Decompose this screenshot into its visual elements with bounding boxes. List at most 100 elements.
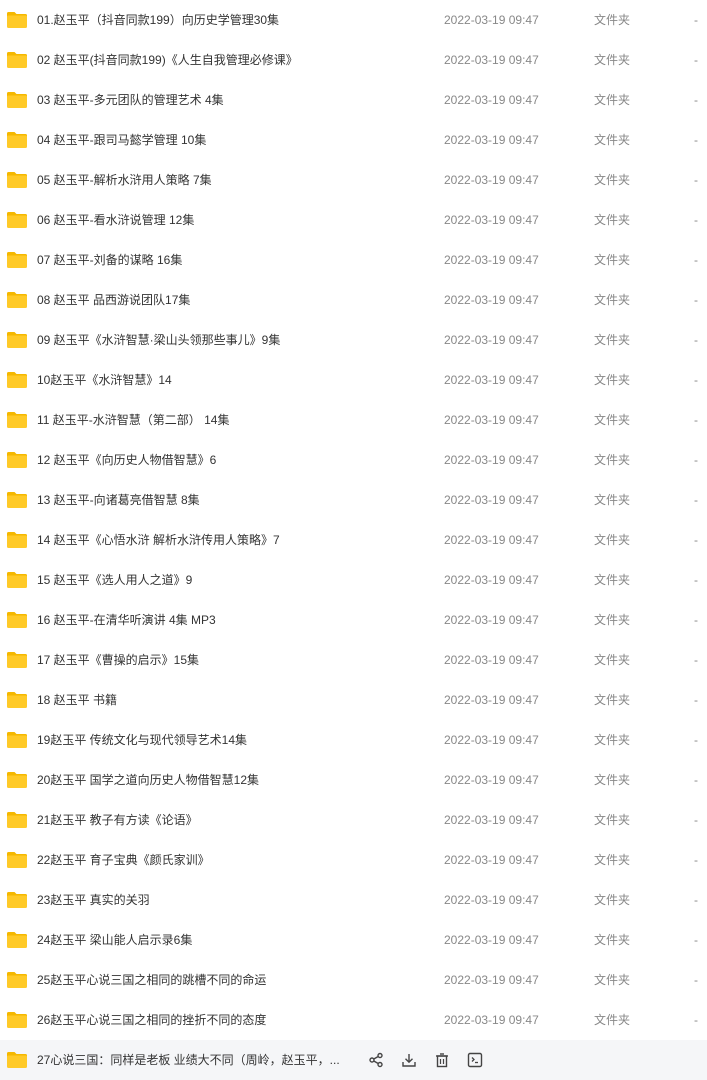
file-type: 文件夹: [594, 653, 631, 667]
file-list: 01.赵玉平（抖音同款199）向历史学管理30集 2022-03-19 09:47…: [0, 0, 707, 1080]
modified-date: 2022-03-19 09:47: [444, 733, 539, 747]
file-row[interactable]: 01.赵玉平（抖音同款199）向历史学管理30集 2022-03-19 09:47…: [0, 0, 707, 40]
file-type: 文件夹: [594, 213, 631, 227]
folder-icon: [6, 651, 28, 669]
modified-date: 2022-03-19 09:47: [444, 53, 539, 67]
file-row[interactable]: 06 赵玉平-看水浒说管理 12集 2022-03-19 09:47 文件夹 -: [0, 200, 707, 240]
file-name[interactable]: 27心说三国：同样是老板 业绩大不同（周岭，赵玉平，...: [37, 1040, 340, 1080]
file-row[interactable]: 08 赵玉平 品西游说团队17集 2022-03-19 09:47 文件夹 -: [0, 280, 707, 320]
file-row[interactable]: 03 赵玉平-多元团队的管理艺术 4集 2022-03-19 09:47 文件夹 -: [0, 80, 707, 120]
file-type: 文件夹: [594, 853, 631, 867]
file-name[interactable]: 11 赵玉平-水浒智慧（第二部） 14集: [37, 400, 229, 440]
file-type: 文件夹: [594, 693, 631, 707]
file-name[interactable]: 22赵玉平 育子宝典《颜氏家训》: [37, 840, 210, 880]
file-name[interactable]: 09 赵玉平《水浒智慧·梁山头领那些事儿》9集: [37, 320, 280, 360]
file-row[interactable]: 12 赵玉平《向历史人物借智慧》6 2022-03-19 09:47 文件夹 -: [0, 440, 707, 480]
file-name[interactable]: 14 赵玉平《心悟水浒 解析水浒传用人策略》7: [37, 520, 280, 560]
file-name[interactable]: 19赵玉平 传统文化与现代领导艺术14集: [37, 720, 247, 760]
file-name[interactable]: 24赵玉平 梁山能人启示录6集: [37, 920, 192, 960]
file-row[interactable]: 04 赵玉平-跟司马懿学管理 10集 2022-03-19 09:47 文件夹 -: [0, 120, 707, 160]
modified-date: 2022-03-19 09:47: [444, 893, 539, 907]
more-icon[interactable]: [465, 1050, 485, 1070]
file-name[interactable]: 21赵玉平 教子有方读《论语》: [37, 800, 198, 840]
file-type: 文件夹: [594, 173, 631, 187]
modified-date: 2022-03-19 09:47: [444, 853, 539, 867]
file-row[interactable]: 07 赵玉平-刘备的谋略 16集 2022-03-19 09:47 文件夹 -: [0, 240, 707, 280]
file-size: -: [694, 213, 698, 227]
file-name[interactable]: 10赵玉平《水浒智慧》14: [37, 360, 172, 400]
modified-date: 2022-03-19 09:47: [444, 133, 539, 147]
file-name[interactable]: 05 赵玉平-解析水浒用人策略 7集: [37, 160, 212, 200]
modified-date: 2022-03-19 09:47: [444, 253, 539, 267]
folder-icon: [6, 811, 28, 829]
file-name[interactable]: 26赵玉平心说三国之相同的挫折不同的态度: [37, 1000, 266, 1040]
folder-icon: [6, 931, 28, 949]
file-type: 文件夹: [594, 493, 631, 507]
modified-date: 2022-03-19 09:47: [444, 613, 539, 627]
delete-icon[interactable]: [432, 1050, 452, 1070]
folder-icon: [6, 11, 28, 29]
file-size: -: [694, 173, 698, 187]
file-row[interactable]: 09 赵玉平《水浒智慧·梁山头领那些事儿》9集 2022-03-19 09:47 文…: [0, 320, 707, 360]
file-type: 文件夹: [594, 733, 631, 747]
file-name[interactable]: 13 赵玉平-向诸葛亮借智慧 8集: [37, 480, 200, 520]
file-name[interactable]: 15 赵玉平《选人用人之道》9: [37, 560, 192, 600]
file-name[interactable]: 07 赵玉平-刘备的谋略 16集: [37, 240, 182, 280]
file-row[interactable]: 13 赵玉平-向诸葛亮借智慧 8集 2022-03-19 09:47 文件夹 -: [0, 480, 707, 520]
file-name[interactable]: 02 赵玉平(抖音同款199)《人生自我管理必修课》: [37, 40, 298, 80]
modified-date: 2022-03-19 09:47: [444, 813, 539, 827]
folder-icon: [6, 731, 28, 749]
file-row[interactable]: 23赵玉平 真实的关羽 2022-03-19 09:47 文件夹 -: [0, 880, 707, 920]
file-type: 文件夹: [594, 93, 631, 107]
modified-date: 2022-03-19 09:47: [444, 413, 539, 427]
file-size: -: [694, 813, 698, 827]
file-row[interactable]: 02 赵玉平(抖音同款199)《人生自我管理必修课》 2022-03-19 09:…: [0, 40, 707, 80]
file-type: 文件夹: [594, 413, 631, 427]
share-icon[interactable]: [366, 1050, 386, 1070]
file-type: 文件夹: [594, 933, 631, 947]
file-row[interactable]: 10赵玉平《水浒智慧》14 2022-03-19 09:47 文件夹 -: [0, 360, 707, 400]
folder-icon: [6, 291, 28, 309]
file-type: 文件夹: [594, 13, 631, 27]
modified-date: 2022-03-19 09:47: [444, 173, 539, 187]
download-icon[interactable]: [399, 1050, 419, 1070]
file-size: -: [694, 613, 698, 627]
file-row[interactable]: 05 赵玉平-解析水浒用人策略 7集 2022-03-19 09:47 文件夹 -: [0, 160, 707, 200]
file-row-hovered[interactable]: 27心说三国：同样是老板 业绩大不同（周岭，赵玉平，...: [0, 1040, 707, 1080]
file-type: 文件夹: [594, 333, 631, 347]
file-row[interactable]: 15 赵玉平《选人用人之道》9 2022-03-19 09:47 文件夹 -: [0, 560, 707, 600]
file-name[interactable]: 08 赵玉平 品西游说团队17集: [37, 280, 190, 320]
file-row[interactable]: 11 赵玉平-水浒智慧（第二部） 14集 2022-03-19 09:47 文件夹 -: [0, 400, 707, 440]
file-name[interactable]: 20赵玉平 国学之道向历史人物借智慧12集: [37, 760, 259, 800]
file-size: -: [694, 333, 698, 347]
file-row[interactable]: 16 赵玉平-在清华听演讲 4集 MP3 2022-03-19 09:47 文件夹 -: [0, 600, 707, 640]
file-row[interactable]: 26赵玉平心说三国之相同的挫折不同的态度 2022-03-19 09:47 文件夹 -: [0, 1000, 707, 1040]
file-name[interactable]: 06 赵玉平-看水浒说管理 12集: [37, 200, 194, 240]
file-name[interactable]: 17 赵玉平《曹操的启示》15集: [37, 640, 199, 680]
modified-date: 2022-03-19 09:47: [444, 333, 539, 347]
file-row[interactable]: 24赵玉平 梁山能人启示录6集 2022-03-19 09:47 文件夹 -: [0, 920, 707, 960]
folder-icon: [6, 171, 28, 189]
file-name[interactable]: 16 赵玉平-在清华听演讲 4集 MP3: [37, 600, 216, 640]
file-name[interactable]: 01.赵玉平（抖音同款199）向历史学管理30集: [37, 0, 279, 40]
modified-date: 2022-03-19 09:47: [444, 533, 539, 547]
file-name[interactable]: 18 赵玉平 书籍: [37, 680, 117, 720]
file-size: -: [694, 973, 698, 987]
file-row[interactable]: 19赵玉平 传统文化与现代领导艺术14集 2022-03-19 09:47 文件夹 -: [0, 720, 707, 760]
file-name[interactable]: 03 赵玉平-多元团队的管理艺术 4集: [37, 80, 224, 120]
file-row[interactable]: 18 赵玉平 书籍 2022-03-19 09:47 文件夹 -: [0, 680, 707, 720]
file-name[interactable]: 12 赵玉平《向历史人物借智慧》6: [37, 440, 216, 480]
file-row[interactable]: 22赵玉平 育子宝典《颜氏家训》 2022-03-19 09:47 文件夹 -: [0, 840, 707, 880]
file-row[interactable]: 21赵玉平 教子有方读《论语》 2022-03-19 09:47 文件夹 -: [0, 800, 707, 840]
file-row[interactable]: 25赵玉平心说三国之相同的跳槽不同的命运 2022-03-19 09:47 文件夹 -: [0, 960, 707, 1000]
folder-icon: [6, 1051, 28, 1069]
file-name[interactable]: 25赵玉平心说三国之相同的跳槽不同的命运: [37, 960, 266, 1000]
file-size: -: [694, 1013, 698, 1027]
file-row[interactable]: 14 赵玉平《心悟水浒 解析水浒传用人策略》7 2022-03-19 09:47 文…: [0, 520, 707, 560]
modified-date: 2022-03-19 09:47: [444, 213, 539, 227]
file-name[interactable]: 23赵玉平 真实的关羽: [37, 880, 150, 920]
file-name[interactable]: 04 赵玉平-跟司马懿学管理 10集: [37, 120, 206, 160]
file-row[interactable]: 20赵玉平 国学之道向历史人物借智慧12集 2022-03-19 09:47 文件夹…: [0, 760, 707, 800]
modified-date: 2022-03-19 09:47: [444, 453, 539, 467]
file-row[interactable]: 17 赵玉平《曹操的启示》15集 2022-03-19 09:47 文件夹 -: [0, 640, 707, 680]
